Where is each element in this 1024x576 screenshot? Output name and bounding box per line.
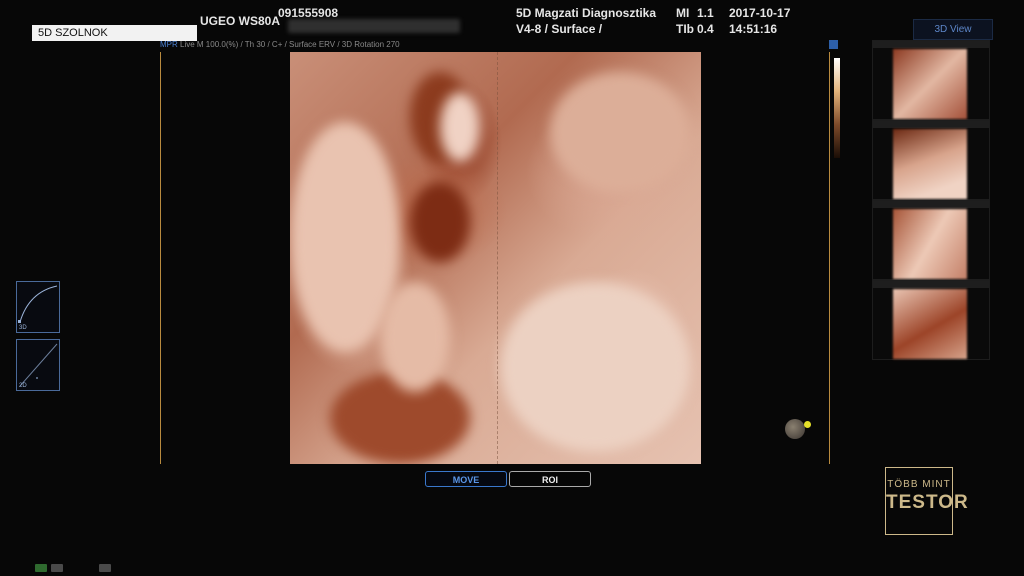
curve-3d-label: 3D: [19, 325, 27, 331]
thumbnail-4[interactable]: [872, 280, 990, 360]
clinic-name: 5D Magzati Diagnosztika: [516, 6, 657, 20]
redacted-patient-name: [288, 19, 460, 33]
tib-label: TIb: [676, 22, 694, 36]
trackball-icon[interactable]: [785, 419, 805, 439]
cursor-indicator-icon: [804, 421, 811, 428]
exam-time: 14:51:16: [729, 22, 778, 36]
channel-logo: TÖBB MINT TESTOR: [885, 467, 969, 535]
mpr-mode-label[interactable]: MPR: [160, 40, 178, 49]
thumbnail-3[interactable]: [872, 200, 990, 280]
3d-render-image[interactable]: [290, 52, 701, 464]
imaging-status-line: MPR Live M 100.0(%) / Th 30 / C+ / Surfa…: [160, 40, 400, 49]
thumbnail-1[interactable]: [872, 40, 990, 120]
thumbnail-2[interactable]: [872, 120, 990, 200]
mi-value: 1.1: [697, 6, 714, 20]
roi-button[interactable]: ROI: [509, 471, 591, 487]
logo-line-2: TESTOR: [886, 492, 969, 513]
curve-2d-panel[interactable]: 2D: [16, 339, 60, 391]
patient-id: 091555908: [278, 6, 339, 20]
colormap-toggle-icon[interactable]: [829, 40, 838, 49]
crosshair-line: [497, 52, 499, 464]
bottom-status-icon[interactable]: [35, 564, 47, 572]
logo-line-1: TÖBB MINT: [887, 479, 951, 490]
3d-view-button[interactable]: 3D View: [913, 19, 993, 40]
bottom-keyboard-icon[interactable]: [99, 564, 111, 572]
location-label: 5D SZOLNOK: [32, 25, 197, 41]
grayscale-colorbar: [834, 58, 840, 158]
tib-value: 0.4: [697, 22, 714, 36]
move-button[interactable]: MOVE: [425, 471, 507, 487]
curve-2d-label: 2D: [19, 383, 27, 389]
imaging-params: Live M 100.0(%) / Th 30 / C+ / Surface E…: [180, 40, 400, 49]
probe-preset: V4-8 / Surface /: [516, 22, 603, 36]
mi-label: MI: [676, 6, 690, 20]
bottom-monitor-icon[interactable]: [51, 564, 63, 572]
device-name: UGEO WS80A: [200, 14, 281, 28]
curve-3d-panel[interactable]: 3D: [16, 281, 60, 333]
exam-date: 2017-10-17: [729, 6, 791, 20]
